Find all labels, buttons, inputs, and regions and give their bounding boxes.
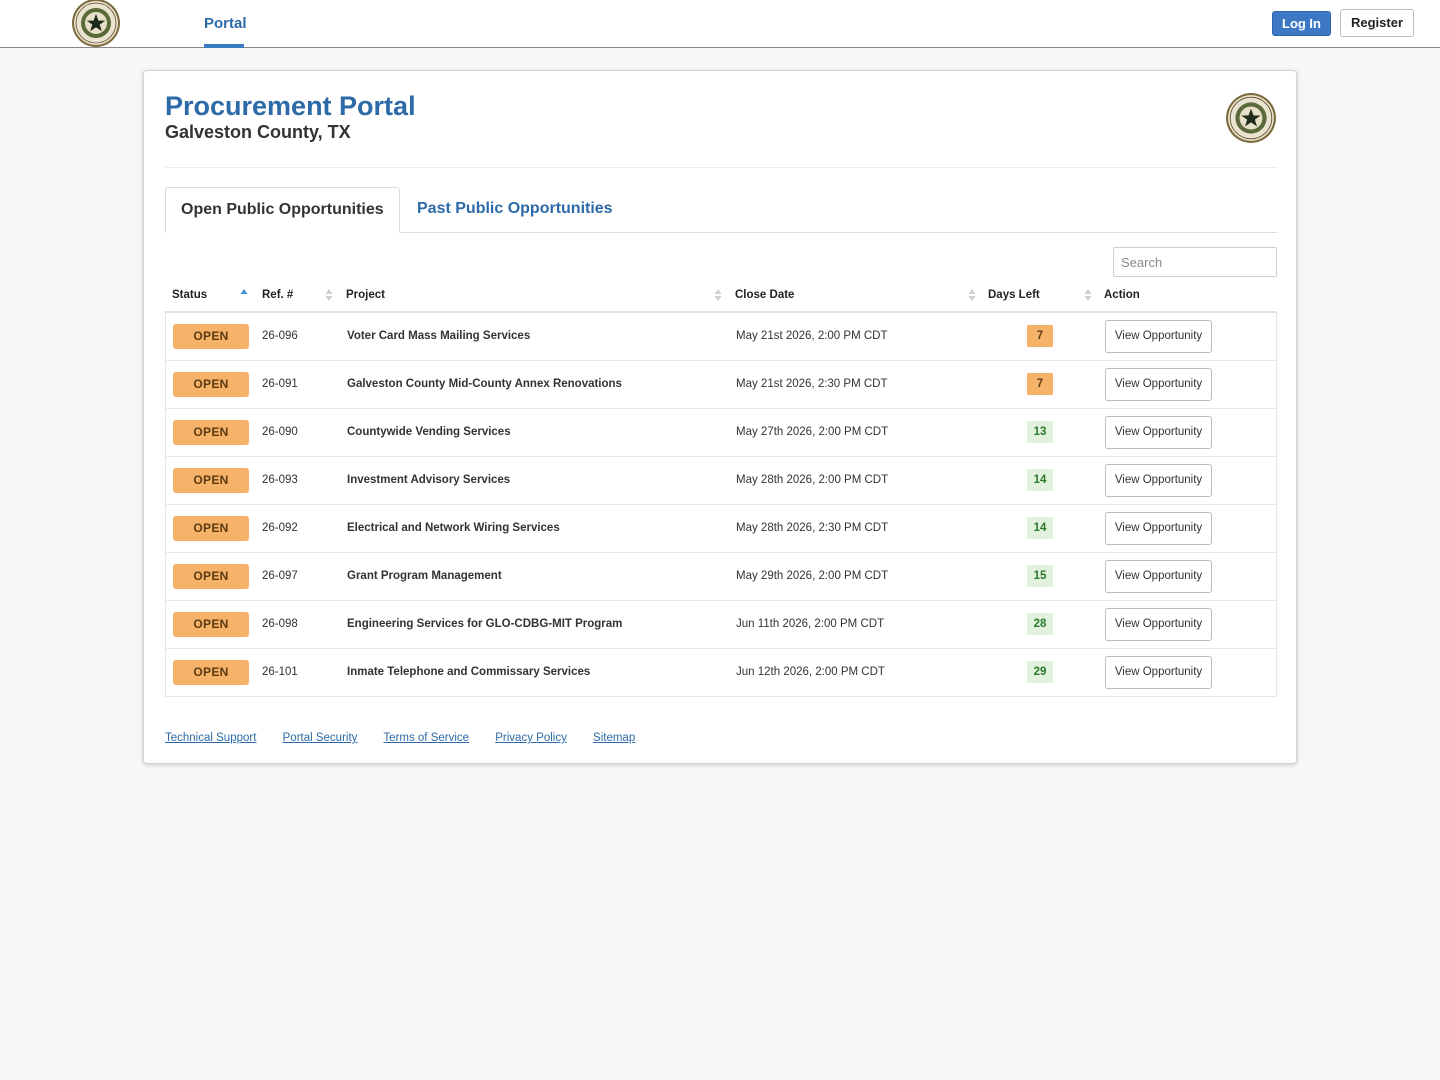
close-date: Jun 11th 2026, 2:00 PM CDT [736,618,885,630]
status-badge: OPEN [173,372,249,397]
page-title: Procurement Portal [165,91,416,121]
status-badge: OPEN [173,468,249,493]
table-row: OPEN 26-098 Engineering Services for GLO… [166,601,1276,649]
project-name: Countywide Vending Services [347,426,511,438]
ref-number: 26-093 [262,474,298,486]
view-opportunity-button[interactable]: View Opportunity [1105,320,1212,353]
project-name: Investment Advisory Services [347,474,511,486]
days-left-badge: 28 [1027,613,1053,635]
page-subtitle: Galveston County, TX [165,122,351,142]
view-opportunity-button[interactable]: View Opportunity [1105,560,1212,593]
status-badge: OPEN [173,660,249,685]
project-name: Voter Card Mass Mailing Services [347,330,531,342]
sort-arrows-icon[interactable] [714,288,722,302]
days-left-badge: 14 [1027,517,1053,539]
register-button[interactable]: Register [1340,9,1414,37]
close-date: May 27th 2026, 2:00 PM CDT [736,426,889,438]
top-navbar: Portal Log In Register [0,0,1440,48]
project-name: Engineering Services for GLO-CDBG-MIT Pr… [347,618,623,630]
days-left-badge: 7 [1027,325,1053,347]
status-badge: OPEN [173,420,249,445]
ref-number: 26-090 [262,426,298,438]
footer-link-portal-security[interactable]: Portal Security [283,732,358,744]
view-opportunity-button[interactable]: View Opportunity [1105,464,1212,497]
view-opportunity-button[interactable]: View Opportunity [1105,656,1212,689]
column-header-project[interactable]: Project [346,279,385,311]
footer-link-terms-of-service[interactable]: Terms of Service [383,732,469,744]
ref-number: 26-097 [262,570,298,582]
days-left-badge: 15 [1027,565,1053,587]
tab-past-public-opportunities[interactable]: Past Public Opportunities [417,187,613,233]
table-row: OPEN 26-101 Inmate Telephone and Commiss… [166,649,1276,697]
status-badge: OPEN [173,612,249,637]
nav-portal-link[interactable]: Portal [204,0,247,48]
project-name: Grant Program Management [347,570,502,582]
days-left-badge: 29 [1027,661,1053,683]
main-card: Procurement Portal Galveston County, TX … [143,70,1297,764]
sort-asc-icon[interactable] [240,288,248,302]
close-date: May 21st 2026, 2:00 PM CDT [736,330,888,342]
ref-number: 26-092 [262,522,298,534]
column-header-status[interactable]: Status [172,279,207,311]
nav-active-indicator [204,44,244,48]
table-row: OPEN 26-097 Grant Program Management May… [166,553,1276,601]
ref-number: 26-098 [262,618,298,630]
login-button[interactable]: Log In [1272,11,1331,36]
days-left-badge: 7 [1027,373,1053,395]
column-header-days-left[interactable]: Days Left [988,279,1040,311]
close-date: Jun 12th 2026, 2:00 PM CDT [736,666,885,678]
ref-number: 26-096 [262,330,298,342]
column-header-close-date[interactable]: Close Date [735,279,794,311]
project-name: Electrical and Network Wiring Services [347,522,560,534]
table-row: OPEN 26-092 Electrical and Network Wirin… [166,505,1276,553]
title-divider [165,167,1277,168]
project-name: Galveston County Mid-County Annex Renova… [347,378,622,390]
status-badge: OPEN [173,564,249,589]
sort-arrows-icon[interactable] [968,288,976,302]
table-body: OPEN 26-096 Voter Card Mass Mailing Serv… [165,313,1277,697]
footer-link-privacy-policy[interactable]: Privacy Policy [495,732,567,744]
close-date: May 28th 2026, 2:00 PM CDT [736,474,889,486]
close-date: May 28th 2026, 2:30 PM CDT [736,522,889,534]
column-header-ref[interactable]: Ref. # [262,279,293,311]
column-header-action: Action [1104,289,1140,301]
table-row: OPEN 26-093 Investment Advisory Services… [166,457,1276,505]
days-left-badge: 13 [1027,421,1053,443]
sort-arrows-icon[interactable] [325,288,333,302]
days-left-badge: 14 [1027,469,1053,491]
status-badge: OPEN [173,324,249,349]
close-date: May 29th 2026, 2:00 PM CDT [736,570,889,582]
ref-number: 26-091 [262,378,298,390]
texas-state-seal-icon [1225,92,1277,144]
status-badge: OPEN [173,516,249,541]
sort-arrows-icon[interactable] [1084,288,1092,302]
view-opportunity-button[interactable]: View Opportunity [1105,608,1212,641]
table-row: OPEN 26-096 Voter Card Mass Mailing Serv… [166,313,1276,361]
view-opportunity-button[interactable]: View Opportunity [1105,368,1212,401]
table-row: OPEN 26-091 Galveston County Mid-County … [166,361,1276,409]
footer-link-technical-support[interactable]: Technical Support [165,732,256,744]
close-date: May 21st 2026, 2:30 PM CDT [736,378,888,390]
view-opportunity-button[interactable]: View Opportunity [1105,416,1212,449]
tab-open-public-opportunities[interactable]: Open Public Opportunities [165,187,400,233]
project-name: Inmate Telephone and Commissary Services [347,666,591,678]
table-header: Status Ref. # Project Close Date Days Le… [165,279,1277,313]
opportunities-table: Status Ref. # Project Close Date Days Le… [165,279,1277,697]
ref-number: 26-101 [262,666,298,678]
search-input[interactable] [1113,247,1277,277]
texas-state-seal-icon[interactable] [71,0,121,48]
view-opportunity-button[interactable]: View Opportunity [1105,512,1212,545]
table-row: OPEN 26-090 Countywide Vending Services … [166,409,1276,457]
footer-links: Technical Support Portal Security Terms … [165,732,658,744]
footer-link-sitemap[interactable]: Sitemap [593,732,635,744]
